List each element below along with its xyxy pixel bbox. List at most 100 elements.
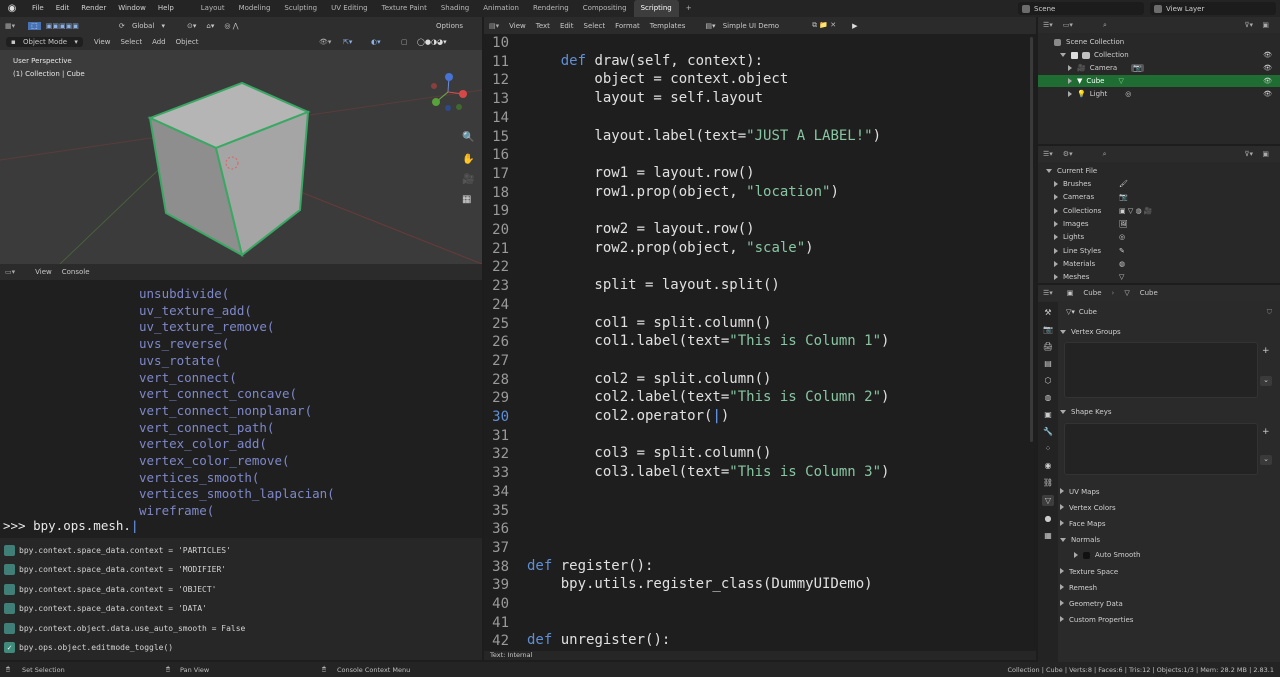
section-texture-space[interactable]: Texture Space bbox=[1060, 568, 1118, 576]
expand-icon[interactable] bbox=[1054, 274, 1058, 281]
selection-mode-icons[interactable]: ▣▣▣▣▣ bbox=[41, 22, 84, 30]
menu-object[interactable]: Object bbox=[171, 38, 204, 46]
tab-modeling[interactable]: Modeling bbox=[232, 0, 278, 17]
code-line[interactable]: bpy.utils.register_class(DummyUIDemo) bbox=[527, 576, 873, 592]
code-line[interactable]: col2.label(text="This is Column 2") bbox=[527, 389, 889, 405]
header-data-name[interactable]: Cube bbox=[1135, 289, 1163, 297]
code-line[interactable]: object = context.object bbox=[527, 71, 788, 87]
header-object-name[interactable]: Cube bbox=[1078, 289, 1106, 297]
add-shape-key-icon[interactable]: + bbox=[1262, 427, 1270, 437]
code-line[interactable]: col3 = split.column() bbox=[527, 445, 771, 461]
select-box-icon[interactable]: ⬚ bbox=[28, 21, 41, 30]
tab-texture-paint[interactable]: Texture Paint bbox=[375, 0, 434, 17]
info-row[interactable]: bpy.context.space_data.context = 'PARTIC… bbox=[4, 543, 231, 558]
shape-key-menu-icon[interactable]: ⌄ bbox=[1260, 455, 1272, 465]
expand-icon[interactable] bbox=[1060, 53, 1066, 57]
data-browser-item[interactable]: Line Styles ✎ bbox=[1054, 247, 1125, 255]
run-script-icon[interactable]: ▶ bbox=[847, 22, 862, 30]
text-menu-templates[interactable]: Templates bbox=[645, 22, 691, 30]
grid-view-icon[interactable]: ▦ bbox=[462, 194, 471, 205]
tab-animation[interactable]: Animation bbox=[476, 0, 526, 17]
transform-orientation-dropdown[interactable]: ⟳ Global ▾ bbox=[114, 22, 170, 30]
data-browser-item[interactable]: Images 🖼 bbox=[1054, 220, 1128, 228]
eye-icon[interactable]: 👁 bbox=[1263, 77, 1272, 85]
code-line[interactable]: row2.prop(object, "scale") bbox=[527, 240, 813, 256]
pivot-icon[interactable]: ⊙▾ bbox=[182, 22, 201, 30]
text-menu-view[interactable]: View bbox=[504, 22, 531, 30]
zoom-icon[interactable]: 🔍 bbox=[462, 130, 474, 143]
xray-icon[interactable]: ▢ bbox=[396, 38, 413, 46]
data-browser-editor-type-icon[interactable]: ☰▾ bbox=[1038, 150, 1058, 158]
outliner-item-camera[interactable]: 🎥 Camera 📷 👁 bbox=[1068, 64, 1280, 72]
expand-icon[interactable] bbox=[1054, 234, 1058, 241]
display-mode-icon[interactable]: ⚙▾ bbox=[1058, 150, 1078, 158]
menu-file[interactable]: File bbox=[26, 0, 50, 17]
camera-view-icon[interactable]: 🎥 bbox=[462, 172, 474, 185]
code-line[interactable]: def register(): bbox=[527, 558, 653, 574]
tab-scripting[interactable]: Scripting bbox=[633, 0, 679, 17]
scene-tab-icon[interactable]: ⬡ bbox=[1045, 376, 1052, 385]
eye-icon[interactable]: 👁 bbox=[1263, 64, 1272, 72]
outliner-item-cube[interactable]: ▼ Cube ▽ 👁 bbox=[1038, 75, 1280, 87]
section-normals[interactable]: Normals bbox=[1060, 536, 1100, 544]
snap-icon[interactable]: ⌂▾ bbox=[201, 22, 219, 30]
code-line[interactable]: col1 = split.column() bbox=[527, 315, 771, 331]
text-menu-edit[interactable]: Edit bbox=[555, 22, 579, 30]
outliner-filter-icon[interactable]: ⊽▾ bbox=[1239, 21, 1258, 29]
menu-add[interactable]: Add bbox=[147, 38, 171, 46]
view-layer-tab-icon[interactable]: ▤ bbox=[1044, 359, 1052, 368]
eye-icon[interactable]: 👁 bbox=[1263, 90, 1272, 98]
data-browser-search-icon[interactable]: ⌕ bbox=[1098, 150, 1112, 159]
tab-rendering[interactable]: Rendering bbox=[526, 0, 576, 17]
options-dropdown[interactable]: Options bbox=[431, 22, 468, 30]
text-editor-type-icon[interactable]: ▤▾ bbox=[484, 22, 504, 30]
data-browser-item[interactable]: Meshes ▽ bbox=[1054, 273, 1124, 281]
gizmo-icon[interactable]: ⇱▾ bbox=[338, 38, 357, 46]
tab-compositing[interactable]: Compositing bbox=[576, 0, 634, 17]
properties-editor-type-icon[interactable]: ☰▾ bbox=[1038, 289, 1058, 297]
tab-uv-editing[interactable]: UV Editing bbox=[324, 0, 375, 17]
outliner-root[interactable]: Scene Collection bbox=[1054, 38, 1124, 46]
data-browser-item[interactable]: Cameras 📷 bbox=[1054, 193, 1128, 201]
fake-user-shield-icon[interactable]: ⛉ bbox=[1267, 308, 1272, 317]
editor-type-icon[interactable]: ▦▾ bbox=[0, 22, 20, 30]
3d-viewport[interactable]: ▦▾ ⬚ ▣▣▣▣▣ ⟳ Global ▾ ⊙▾ ⌂▾ ◎ ⋀ Options … bbox=[0, 17, 482, 264]
text-menu-text[interactable]: Text bbox=[531, 22, 555, 30]
info-row[interactable]: bpy.context.space_data.context = 'OBJECT… bbox=[4, 582, 216, 597]
tool-tab-icon[interactable]: ⚒ bbox=[1044, 308, 1051, 317]
code-line[interactable]: col2.operator(|) bbox=[527, 408, 729, 424]
expand-icon[interactable] bbox=[1068, 65, 1072, 71]
code-line[interactable]: row2 = layout.row() bbox=[527, 221, 754, 237]
overlay-icon[interactable]: ◐▾ bbox=[366, 38, 386, 46]
object-tab-icon[interactable]: ▣ bbox=[1044, 410, 1052, 419]
data-browser-item[interactable]: Lights ◎ bbox=[1054, 233, 1125, 241]
text-editor[interactable]: ▤▾ View Text Edit Select Format Template… bbox=[484, 17, 1036, 660]
constraints-tab-icon[interactable]: ⛓ bbox=[1043, 478, 1053, 487]
expand-icon[interactable] bbox=[1068, 91, 1072, 97]
code-line[interactable]: col2 = split.column() bbox=[527, 371, 771, 387]
code-line[interactable]: col3.label(text="This is Column 3") bbox=[527, 464, 889, 480]
menu-render[interactable]: Render bbox=[75, 0, 112, 17]
code-line[interactable]: def draw(self, context): bbox=[527, 53, 763, 69]
menu-edit[interactable]: Edit bbox=[50, 0, 76, 17]
material-tab-icon[interactable]: ● bbox=[1045, 514, 1052, 523]
proportional-icon[interactable]: ◎ ⋀ bbox=[219, 22, 243, 30]
section-custom-properties[interactable]: Custom Properties bbox=[1060, 616, 1133, 624]
info-row[interactable]: bpy.context.space_data.context = 'MODIFI… bbox=[4, 562, 226, 577]
console-editor-type-icon[interactable]: ▭▾ bbox=[0, 268, 20, 276]
outliner-display-mode-icon[interactable]: ▭▾ bbox=[1058, 21, 1078, 29]
vertex-group-menu-icon[interactable]: ⌄ bbox=[1260, 376, 1272, 386]
code-area[interactable]: def draw(self, context): object = contex… bbox=[484, 34, 1036, 652]
expand-icon[interactable] bbox=[1054, 260, 1058, 267]
blender-logo-icon[interactable]: ◉ bbox=[4, 0, 20, 17]
particles-tab-icon[interactable]: ⁘ bbox=[1045, 444, 1052, 453]
text-file-selector[interactable]: ▤▾ Simple UI Demo bbox=[700, 22, 789, 30]
text-menu-format[interactable]: Format bbox=[610, 22, 645, 30]
tab-layout[interactable]: Layout bbox=[194, 0, 232, 17]
add-workspace-icon[interactable]: + bbox=[679, 0, 699, 17]
info-row[interactable]: ✓ bpy.ops.object.editmode_toggle() bbox=[4, 640, 173, 655]
tab-shading[interactable]: Shading bbox=[434, 0, 476, 17]
data-browser-options-icon[interactable]: ▣ bbox=[1257, 150, 1274, 158]
menu-window[interactable]: Window bbox=[112, 0, 152, 17]
data-tab-icon[interactable]: ▽ bbox=[1041, 495, 1055, 506]
